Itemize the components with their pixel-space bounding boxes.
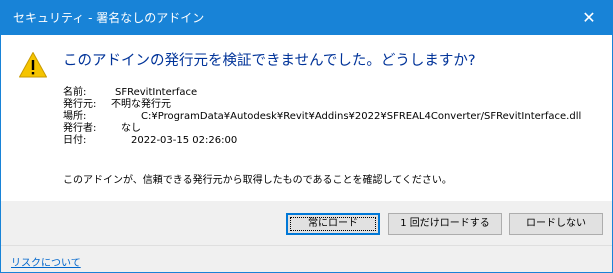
detail-location-label: 場所:: [63, 111, 87, 122]
risk-info-link[interactable]: リスクについて: [11, 258, 81, 270]
always-load-label: 常にロード: [308, 218, 358, 229]
always-load-button[interactable]: 常にロード: [286, 213, 380, 235]
load-once-label: 1 回だけロードする: [400, 218, 490, 229]
detail-name-value: SFRevitInterface: [115, 87, 198, 98]
detail-issuer-label: 発行者:: [63, 123, 97, 134]
dialog-headline: このアドインの発行元を検証できませんでした。どうしますか?: [63, 53, 476, 69]
close-button[interactable]: ✕: [566, 1, 612, 35]
do-not-load-button[interactable]: ロードしない: [509, 213, 603, 235]
dialog-footer: 常にロード 1 回だけロードする ロードしない リスクについて: [1, 201, 612, 272]
window-title: セキュリティ - 署名なしのアドイン: [13, 11, 205, 25]
detail-date-label: 日付:: [63, 135, 87, 146]
do-not-load-label: ロードしない: [526, 218, 586, 229]
title-bar[interactable]: セキュリティ - 署名なしのアドイン ✕: [1, 1, 612, 35]
detail-location-value: C:¥ProgramData¥Autodesk¥Revit¥Addins¥202…: [141, 111, 582, 122]
load-once-button[interactable]: 1 回だけロードする: [388, 213, 502, 235]
detail-publisher-label: 発行元:: [63, 99, 97, 110]
footer-divider: [1, 245, 612, 246]
security-dialog: セキュリティ - 署名なしのアドイン ✕ このアドインの発行元を検証できませんで…: [0, 0, 613, 273]
detail-publisher-value: 不明な発行元: [111, 99, 171, 110]
detail-name-label: 名前:: [63, 87, 87, 98]
detail-date-value: 2022-03-15 02:26:00: [131, 135, 238, 146]
detail-issuer-value: なし: [121, 123, 141, 134]
close-icon: ✕: [582, 8, 596, 27]
warning-icon: [19, 52, 47, 78]
verification-note: このアドインが、信頼できる発行元から取得したものであることを確認してください。: [63, 175, 452, 186]
